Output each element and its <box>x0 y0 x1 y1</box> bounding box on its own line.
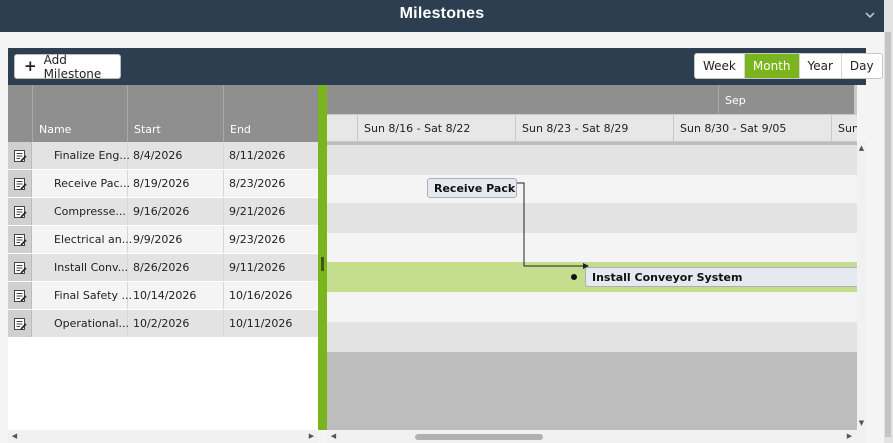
gantt-horizontal-scrollbar[interactable]: ◀ ▶ <box>327 430 866 443</box>
scroll-left-arrow-icon[interactable]: ◀ <box>10 432 19 441</box>
edit-note-icon-graphic <box>13 317 27 330</box>
cell-start: 10/2/2026 <box>133 317 190 330</box>
column-divider <box>223 198 224 225</box>
cell-name: Final Safety ... <box>54 289 133 302</box>
edit-note-icon-graphic <box>13 233 27 246</box>
scroll-up-arrow-icon[interactable]: ▲ <box>857 144 866 153</box>
scroll-right-arrow-icon[interactable]: ▶ <box>307 432 316 441</box>
grid-header-icon-col <box>8 85 32 142</box>
add-milestone-button[interactable]: + Add Milestone <box>14 52 121 81</box>
edit-note-icon[interactable] <box>8 142 32 169</box>
milestones-app: Milestones + Add Milestone Week Month Ye… <box>0 0 893 443</box>
cell-name: Install Conv... <box>54 261 129 274</box>
edit-note-icon-graphic <box>13 261 27 274</box>
column-header-start-label: Start <box>134 123 161 136</box>
bar-install-conveyor[interactable]: Install Conveyor System <box>585 267 857 287</box>
table-row[interactable]: Operational... 10/2/2026 10/11/2026 <box>8 310 318 337</box>
cell-name: Compresse... <box>54 205 126 218</box>
column-header-start[interactable]: Start <box>127 85 223 142</box>
cell-start: 8/4/2026 <box>133 149 183 162</box>
view-year-button[interactable]: Year <box>798 54 841 78</box>
edit-note-icon-graphic <box>13 289 27 302</box>
edit-note-icon[interactable] <box>8 282 32 309</box>
edit-note-icon[interactable] <box>8 310 32 337</box>
column-divider <box>223 142 224 169</box>
table-row[interactable]: Final Safety ... 10/14/2026 10/16/2026 <box>8 282 318 309</box>
scroll-down-arrow-icon[interactable]: ▼ <box>857 419 866 428</box>
column-divider <box>223 170 224 197</box>
page-title: Milestones <box>399 5 485 22</box>
table-row[interactable]: Install Conv... 8/26/2026 9/11/2026 <box>8 254 318 281</box>
cell-start: 9/16/2026 <box>133 205 190 218</box>
edit-note-icon[interactable] <box>8 254 32 281</box>
edit-note-icon[interactable] <box>8 170 32 197</box>
cell-name: Operational... <box>54 317 130 330</box>
cell-start: 8/19/2026 <box>133 177 190 190</box>
view-switcher: Week Month Year Day <box>694 53 883 79</box>
column-header-end[interactable]: End <box>223 85 318 142</box>
column-divider <box>223 254 224 281</box>
column-header-name[interactable]: Name <box>32 85 127 142</box>
table-row[interactable]: Receive Pac... 8/19/2026 8/23/2026 <box>8 170 318 197</box>
chevron-down-icon[interactable] <box>864 9 876 21</box>
cell-name: Finalize Eng... <box>54 149 130 162</box>
pane-splitter[interactable] <box>318 85 327 430</box>
view-month-button[interactable]: Month <box>743 54 799 78</box>
table-row[interactable]: Compresse... 9/16/2026 9/21/2026 <box>8 198 318 225</box>
column-divider <box>223 310 224 337</box>
column-divider <box>223 282 224 309</box>
cell-end: 9/11/2026 <box>229 261 286 274</box>
table-row[interactable]: Finalize Eng... 8/4/2026 8/11/2026 <box>8 142 318 169</box>
scroll-right-arrow-icon[interactable]: ▶ <box>845 432 854 441</box>
toolbar: + Add Milestone Week Month Year Day <box>8 48 883 85</box>
cell-end: 10/11/2026 <box>229 317 293 330</box>
edit-note-icon[interactable] <box>8 198 32 225</box>
view-day-button[interactable]: Day <box>840 54 882 78</box>
title-bar: Milestones <box>0 0 884 32</box>
scroll-left-arrow-icon[interactable]: ◀ <box>329 432 338 441</box>
page-scrollbar[interactable] <box>884 0 893 443</box>
cell-name: Receive Pac... <box>54 177 130 190</box>
view-week-button[interactable]: Week <box>695 54 744 78</box>
grid-header: Name Start End <box>8 85 318 142</box>
milestone-grid: Name Start End Finalize Eng... 8/4/2026 8/… <box>8 85 318 430</box>
cell-name: Electrical an... <box>54 233 133 246</box>
cell-start: 8/26/2026 <box>133 261 190 274</box>
cell-end: 9/21/2026 <box>229 205 286 218</box>
plus-icon: + <box>24 57 37 75</box>
cell-start: 9/9/2026 <box>133 233 183 246</box>
column-divider <box>127 198 128 225</box>
bar-receive-package[interactable]: Receive Pack <box>427 178 517 198</box>
gantt-vertical-scrollbar[interactable]: ▲ ▼ <box>857 142 866 430</box>
edit-note-icon-graphic <box>13 205 27 218</box>
milestone-marker[interactable] <box>571 274 577 280</box>
page-scrollbar-thumb[interactable] <box>885 32 891 437</box>
cell-end: 8/23/2026 <box>229 177 286 190</box>
table-row[interactable]: Electrical an... 9/9/2026 9/23/2026 <box>8 226 318 253</box>
gantt-scroll-thumb[interactable] <box>415 434 543 440</box>
edit-note-icon[interactable] <box>8 226 32 253</box>
column-divider <box>223 226 224 253</box>
edit-note-icon-graphic <box>13 149 27 162</box>
edit-note-icon-graphic <box>13 177 27 190</box>
gantt-chart: Sep Sun 8/16 - Sat 8/22 Sun 8/23 - Sat 8… <box>327 85 857 430</box>
grid-horizontal-scrollbar[interactable]: ◀ ▶ <box>8 430 318 443</box>
add-milestone-label: Add Milestone <box>43 52 102 81</box>
cell-end: 9/23/2026 <box>229 233 286 246</box>
cell-end: 8/11/2026 <box>229 149 286 162</box>
splitter-grip[interactable] <box>321 257 324 271</box>
dependency-link <box>516 182 589 269</box>
column-header-name-label: Name <box>39 123 72 136</box>
column-header-end-label: End <box>230 123 251 136</box>
cell-start: 10/14/2026 <box>133 289 197 302</box>
cell-end: 10/16/2026 <box>229 289 293 302</box>
